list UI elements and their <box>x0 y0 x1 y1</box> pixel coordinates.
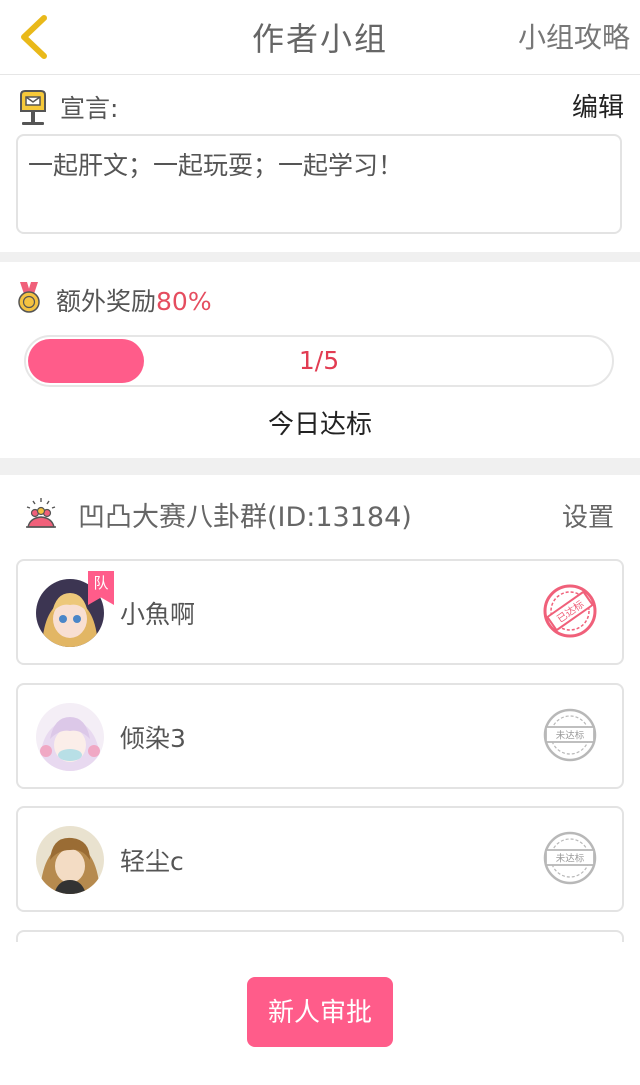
reward-label: 额外奖励80% <box>56 282 212 318</box>
avatar <box>36 703 104 771</box>
group-name: 凹凸大赛八卦群(ID:13184) <box>78 502 412 533</box>
manifesto-label: 宣言: <box>60 94 119 123</box>
svg-text:未达标: 未达标 <box>556 853 585 865</box>
daily-progress-bar: 1/5 <box>24 335 614 387</box>
member-name: 轻尘c <box>120 847 184 876</box>
reward-section: 额外奖励80% 1/5 今日达标 <box>0 262 640 458</box>
target-not-met-stamp-icon: 未达标 <box>543 708 597 762</box>
daily-target-status: 今日达标 <box>267 410 372 440</box>
target-not-met-stamp-icon: 未达标 <box>543 831 597 885</box>
section-divider <box>0 252 640 262</box>
group-people-icon <box>26 498 56 528</box>
reward-label-text: 额外奖励 <box>56 287 157 316</box>
medal-icon <box>18 282 40 313</box>
manifesto-text-box: 一起肝文；一起玩耍；一起学习！ <box>16 134 622 234</box>
group-strategy-link[interactable]: 小组攻略 <box>518 16 630 56</box>
section-divider <box>0 458 640 475</box>
edit-manifesto-button[interactable]: 编辑 <box>572 87 624 124</box>
manifesto-text: 一起肝文；一起玩耍；一起学习！ <box>28 151 404 180</box>
progress-count: 1/5 <box>298 346 340 375</box>
member-card[interactable]: 轻尘c 未达标 <box>16 806 624 912</box>
target-met-stamp-icon: 已达标 <box>543 584 597 638</box>
manifesto-section: 宣言: 编辑 一起肝文；一起玩耍；一起学习！ <box>0 75 640 251</box>
member-card[interactable]: 队 小魚啊 已达标 <box>16 559 624 665</box>
new-member-approval-button[interactable]: 新人审批 <box>247 977 393 1047</box>
member-card[interactable]: 倾染3 未达标 <box>16 683 624 789</box>
top-nav-bar: 作者小组 小组攻略 <box>0 0 640 75</box>
group-settings-button[interactable]: 设置 <box>562 497 614 534</box>
reward-percent: 80% <box>156 287 212 316</box>
member-name: 倾染3 <box>120 724 186 753</box>
avatar <box>36 826 104 894</box>
group-header: 凹凸大赛八卦群(ID:13184) 设置 <box>0 475 640 555</box>
member-name: 小魚啊 <box>120 600 196 629</box>
svg-text:未达标: 未达标 <box>556 730 585 742</box>
mailbox-icon <box>20 90 46 125</box>
